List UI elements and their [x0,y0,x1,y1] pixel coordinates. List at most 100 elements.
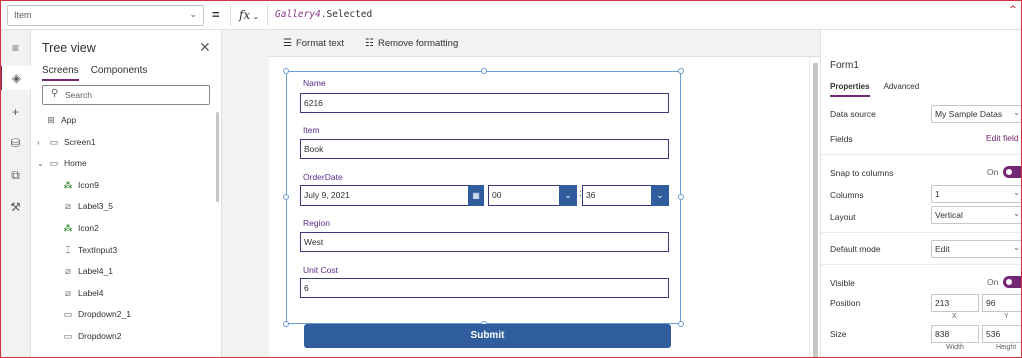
chevron-down-icon[interactable]: ⌄ [559,185,577,206]
chevron-down-icon[interactable]: ⌄ [651,185,669,206]
expand-formula-icon[interactable]: ⌃ [1008,3,1018,17]
data-source-label: Data source [830,109,876,119]
chevron-down-icon: ⌄ [1013,108,1020,117]
formula-property: .Selected [320,9,373,20]
tree-list: ⊞ App › ▭ Screen1 ⌄ ▭ Home ⁂ Icon9 ⧄ Label3_5 ⁂ Icon2… [31,110,216,348]
columns-label: Columns [830,190,864,200]
left-rail: ≡ ◈ + ⛁ ⧉ ⚒ [0,30,31,358]
close-icon[interactable]: ✕ [199,39,211,56]
data-cylinder-icon[interactable]: ⛁ [0,131,31,155]
hamburger-menu-icon[interactable]: ≡ [0,36,31,60]
chevron-down-icon: ⌄ [1013,188,1020,197]
default-mode-label: Default mode [830,244,881,254]
edit-fields-link[interactable]: Edit field [986,133,1019,143]
formula-bar: Item ⌄ = fx ⌄ Gallery4.Selected ⌃ [0,0,1022,30]
canvas-scrollbar[interactable] [809,57,820,358]
tree-view-title: Tree view [42,41,96,55]
resize-handle[interactable] [283,321,289,327]
screen-icon: ▭ [49,136,59,147]
tree-item[interactable]: ⧄ Label4_1 [31,261,216,283]
default-mode-dropdown[interactable]: Edit ⌄ [931,240,1022,258]
region-field[interactable]: West [300,232,669,252]
label-icon: ⧄ [65,287,71,298]
resize-handle[interactable] [678,68,684,74]
visible-label: Visible [830,278,855,288]
tab-screens[interactable]: Screens [42,65,79,81]
format-text-button[interactable]: ☰ Format text [283,38,344,49]
tree-scrollbar[interactable] [216,112,219,202]
app-screen: Name 6216 Item Book OrderDate July 9, 20… [269,57,809,358]
chevron-down-icon[interactable]: ⌄ [37,153,44,175]
tree-item-label: Icon2 [78,222,99,233]
tree-item-label: Home [64,158,87,169]
tree-item[interactable]: ⧄ Label3_5 [31,196,216,218]
label-icon: ⧄ [65,201,71,212]
default-mode-value: Edit [935,244,950,254]
snap-to-columns-label: Snap to columns [830,168,894,178]
tab-properties[interactable]: Properties [830,82,870,97]
position-y-input[interactable]: 96 [982,294,1022,312]
tree-item[interactable]: ⌶ TextInput3 [31,240,216,262]
position-x-input[interactable]: 213 [931,294,979,312]
tree-item[interactable]: ⌄ ▭ Home [31,153,216,175]
tree-search-input[interactable]: ⚲ Search [42,85,210,105]
date-picker[interactable]: July 9, 2021 [300,185,484,206]
snap-to-columns-toggle[interactable] [1003,166,1022,178]
snap-toggle-state: On [987,167,999,177]
tree-item-label: Screen1 [64,136,96,147]
divider [821,232,1022,233]
chevron-right-icon[interactable]: › [37,132,40,154]
tree-item[interactable]: › ▭ Screen1 [31,132,216,154]
tree-item-label: Icon9 [78,179,99,190]
tab-components[interactable]: Components [91,65,148,81]
width-input[interactable]: 838 [931,325,979,343]
name-field[interactable]: 6216 [300,93,669,113]
tree-item-label: Dropdown2_1 [78,309,131,320]
tab-advanced[interactable]: Advanced [884,82,920,97]
tree-item[interactable]: ⊞ App [31,110,216,132]
tree-item[interactable]: ⁂ Icon2 [31,218,216,240]
tree-item[interactable]: ▭ Dropdown2_1 [31,304,216,326]
insert-plus-icon[interactable]: + [0,100,31,124]
data-source-dropdown[interactable]: My Sample Datas ⌄ [931,105,1022,123]
fx-button[interactable]: fx ⌄ [230,4,268,26]
resize-handle[interactable] [678,321,684,327]
height-input[interactable]: 536 [982,325,1022,343]
formula-input[interactable]: Gallery4.Selected [275,9,372,20]
calendar-icon[interactable]: ▦ [468,185,484,206]
resize-handle[interactable] [283,194,289,200]
tree-view-tabs: Screens Components [42,65,147,81]
height-caption: Height [996,344,1017,351]
columns-value: 1 [935,189,940,199]
resize-handle[interactable] [678,194,684,200]
media-icon[interactable]: ⧉ [0,163,31,187]
unit-cost-field[interactable]: 6 [300,278,669,298]
fields-label: Fields [830,134,853,144]
divider [821,264,1022,265]
property-dropdown-value: Item [14,10,32,20]
resize-handle[interactable] [283,68,289,74]
resize-handle[interactable] [481,68,487,74]
label-icon: ⧄ [65,266,71,277]
property-dropdown[interactable]: Item ⌄ [7,5,204,26]
layout-label: Layout [830,212,856,222]
columns-dropdown[interactable]: 1 ⌄ [931,185,1022,203]
layout-dropdown[interactable]: Vertical ⌄ [931,206,1022,224]
equals-sign: = [212,7,220,22]
scrollbar-thumb[interactable] [813,63,818,358]
search-icon: ⚲ [51,88,59,99]
tools-icon[interactable]: ⚒ [0,195,31,219]
name-label: Name [303,78,326,88]
width-caption: Width [946,344,964,351]
remove-formatting-button[interactable]: ☷ Remove formatting [365,38,458,49]
tree-item[interactable]: ⁂ Icon9 [31,175,216,197]
properties-tabs: Properties Advanced [830,82,919,97]
tree-item[interactable]: ▭ Dropdown2 [31,326,216,348]
submit-button[interactable]: Submit [304,324,671,348]
tree-view-layers-icon[interactable]: ◈ [0,66,31,90]
visible-toggle[interactable] [1003,276,1022,288]
chevron-down-icon: ⌄ [1013,243,1020,252]
item-field[interactable]: Book [300,139,669,159]
y-caption: Y [1004,313,1009,320]
tree-item[interactable]: ⧄ Label4 [31,283,216,305]
